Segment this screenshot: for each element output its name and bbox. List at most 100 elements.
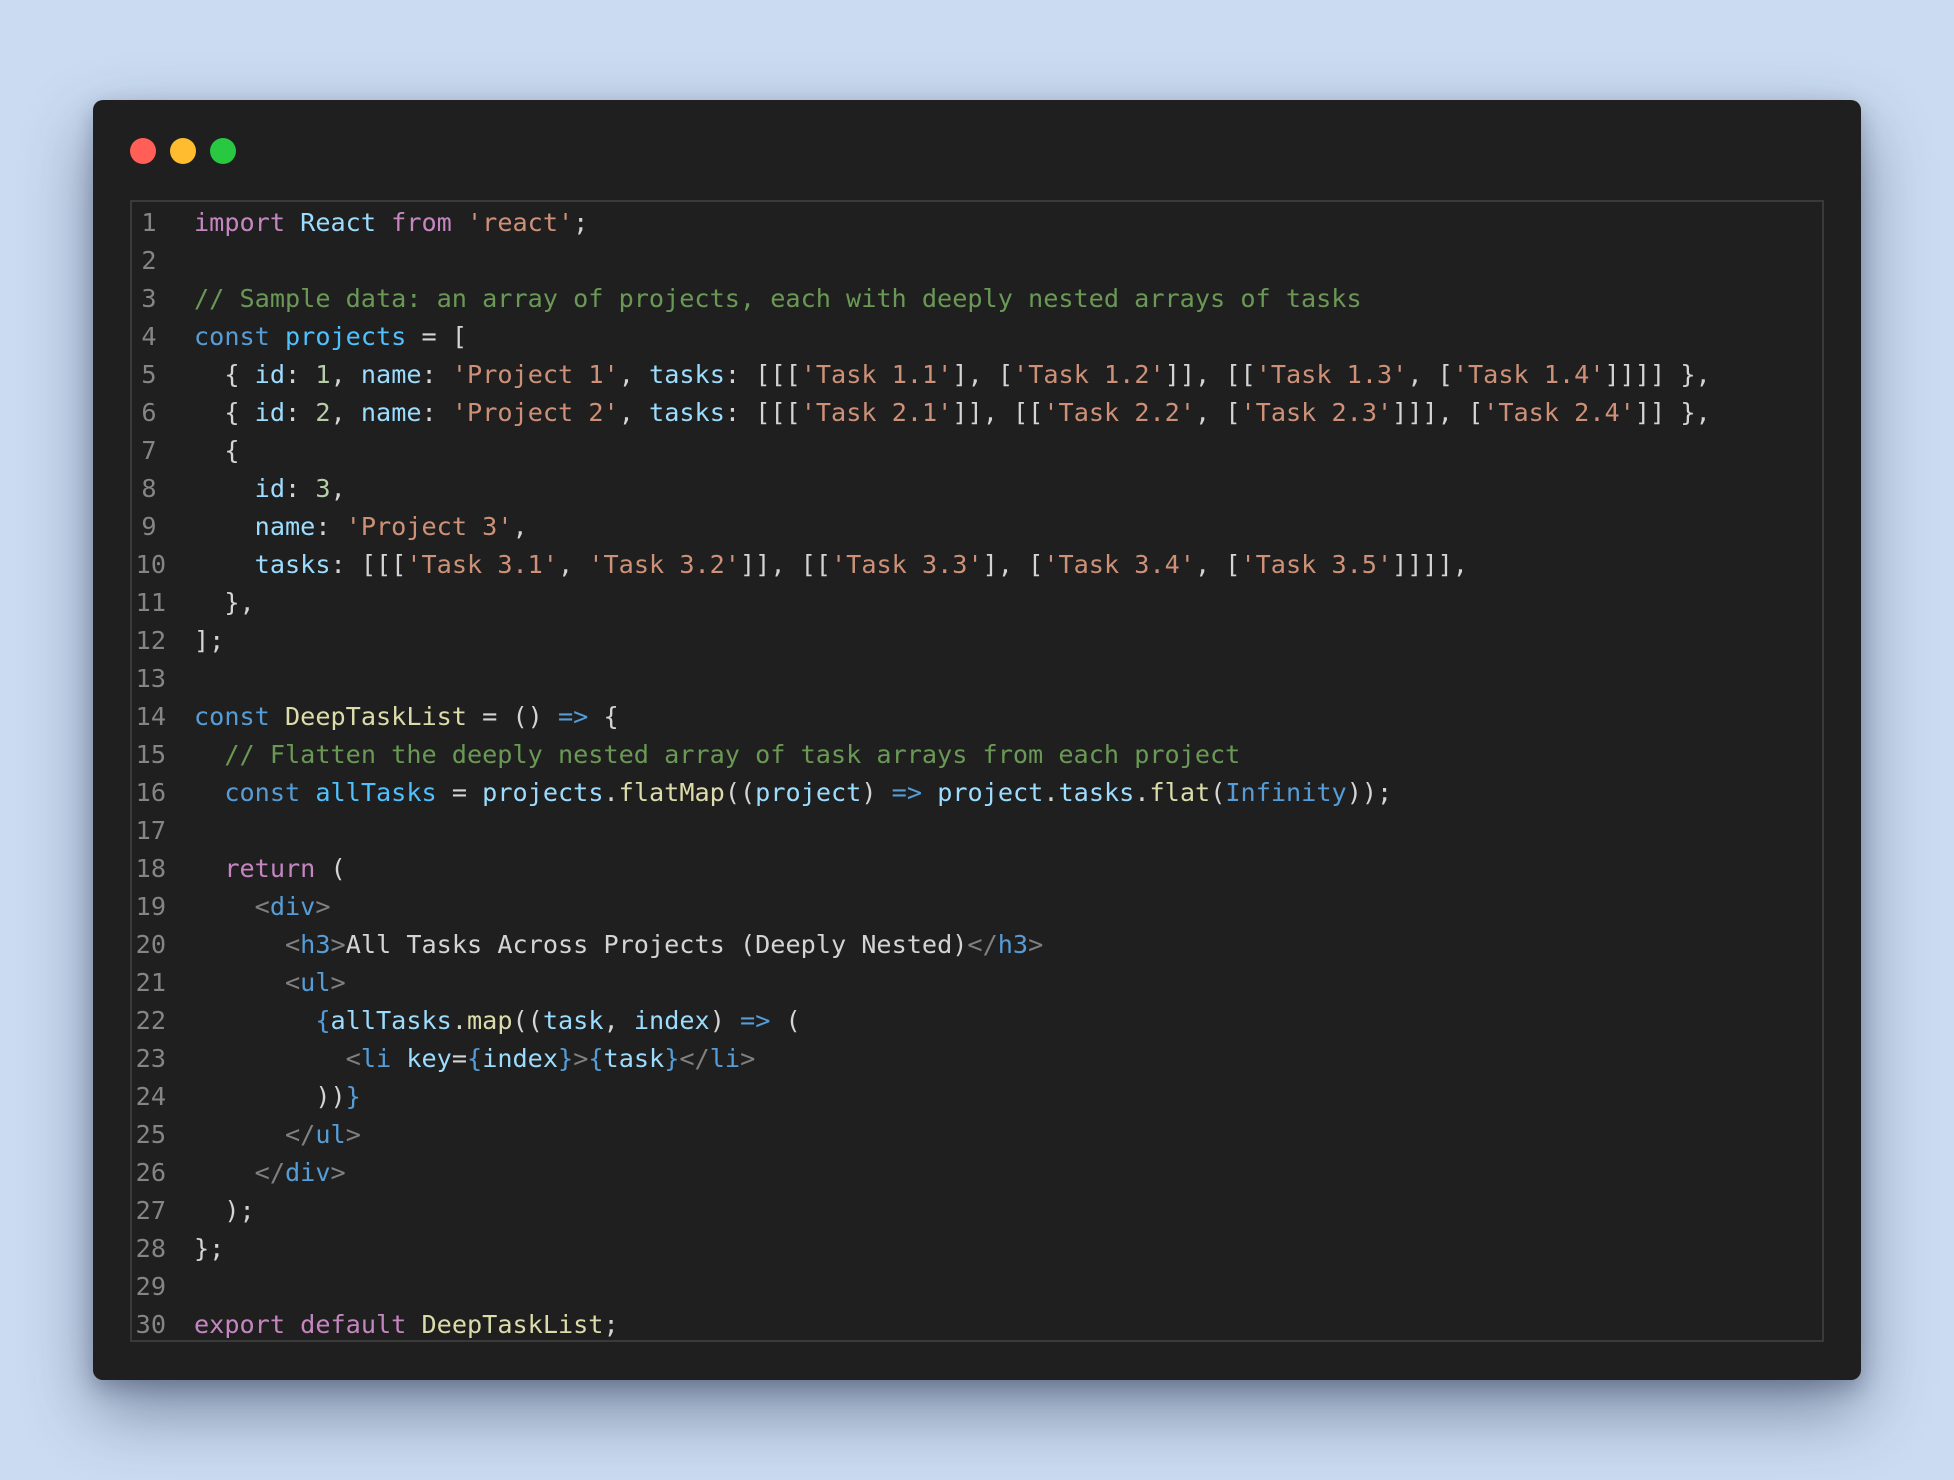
code-token: => [557, 702, 589, 731]
code-token: ], [ [982, 550, 1044, 579]
code-token: 'Task 3.5' [1240, 550, 1393, 579]
code-token: ]; [194, 626, 225, 655]
line-code: </div> [166, 1154, 346, 1192]
code-token: Infinity [1225, 778, 1347, 807]
code-token: projects [482, 778, 604, 807]
code-token: ) [709, 1006, 741, 1035]
code-token: > [330, 1158, 346, 1187]
line-number: 24 [135, 1082, 166, 1111]
line-number: 1 [141, 208, 157, 237]
line-code: <div> [166, 888, 331, 926]
code-token: } [345, 1082, 361, 1111]
code-token: key [406, 1044, 452, 1073]
code-token: 'Task 2.3' [1240, 398, 1393, 427]
code-token: > [315, 892, 331, 921]
code-token: li [709, 1044, 741, 1073]
code-token: ( [315, 854, 346, 883]
code-token: { [467, 1044, 483, 1073]
code-token: ; [573, 208, 589, 237]
line-number: 21 [135, 968, 166, 997]
line-code: const projects = [ [166, 318, 467, 356]
line-number: 3 [141, 284, 157, 313]
line-number: 22 [135, 1006, 166, 1035]
line-number: 5 [141, 360, 157, 389]
code-token: ]], [[ [739, 550, 831, 579]
code-line: 14 const DeepTaskList = () => { [132, 698, 1822, 736]
code-token: 3 [315, 474, 331, 503]
line-code: ]; [166, 622, 224, 660]
code-token: tasks [649, 360, 725, 389]
code-token: const [224, 778, 301, 807]
line-code: import React from 'react'; [166, 204, 588, 242]
code-token: 'Task 3.2' [588, 550, 740, 579]
code-token: ( [770, 1006, 801, 1035]
code-line: 30 export default DeepTaskList; [132, 1306, 1822, 1340]
code-token: ul [315, 1120, 346, 1149]
code-token: id [254, 474, 286, 503]
code-line: 24 ))} [132, 1078, 1822, 1116]
code-token: , [330, 360, 361, 389]
code-token: 2 [315, 398, 331, 427]
code-token: > [330, 930, 346, 959]
code-token: 1 [315, 360, 331, 389]
line-code: { id: 1, name: 'Project 1', tasks: [[['T… [166, 356, 1710, 394]
code-token: } [664, 1044, 680, 1073]
maximize-window-icon[interactable] [210, 138, 236, 164]
code-token: 'Task 1.3' [1255, 360, 1408, 389]
code-token: { [194, 398, 255, 427]
code-token: const [194, 322, 270, 351]
code-token: </ [254, 1158, 286, 1187]
code-token: ul [300, 968, 331, 997]
line-code: // Sample data: an array of projects, ea… [166, 280, 1362, 318]
line-code: return ( [166, 850, 346, 888]
close-window-icon[interactable] [130, 138, 156, 164]
code-token: import [194, 208, 285, 237]
line-code: { [166, 432, 239, 470]
code-token: ( [1210, 778, 1226, 807]
code-token: : [421, 360, 452, 389]
line-code: <ul> [166, 964, 346, 1002]
code-token: li [360, 1044, 392, 1073]
code-line: 26 </div> [132, 1154, 1822, 1192]
line-number: 10 [135, 550, 166, 579]
code-editor[interactable]: 1 import React from 'react'; 2 3// Sample d… [130, 200, 1824, 1342]
line-number: 23 [135, 1044, 166, 1073]
code-token: ], [ [952, 360, 1014, 389]
code-token: : [[[ [330, 550, 407, 579]
code-token: tasks [254, 550, 331, 579]
code-token: . [451, 1006, 467, 1035]
code-token: project [755, 778, 862, 807]
code-line: 10 tasks: [[['Task 3.1', 'Task 3.2']], [… [132, 546, 1822, 584]
line-code: const allTasks = projects.flatMap((proje… [166, 774, 1392, 812]
code-token: )); [1346, 778, 1393, 807]
code-token: ]]], [ [1392, 398, 1484, 427]
code-token: , [330, 398, 361, 427]
code-line: 16 const allTasks = projects.flatMap((pr… [132, 774, 1822, 812]
code-token: < [285, 968, 301, 997]
code-token: allTasks [315, 778, 437, 807]
line-code: }; [166, 1230, 224, 1268]
code-token: , [618, 398, 650, 427]
code-token: { [588, 1044, 604, 1073]
line-number: 2 [141, 246, 157, 275]
line-number: 18 [135, 854, 166, 883]
code-window: 1 import React from 'react'; 2 3// Sample d… [93, 100, 1861, 1380]
minimize-window-icon[interactable] [170, 138, 196, 164]
line-number: 11 [135, 588, 166, 617]
code-line: 20 <h3>All Tasks Across Projects (Deeply… [132, 926, 1822, 964]
code-token: = [ [406, 322, 467, 351]
code-token: DeepTaskList [285, 702, 467, 731]
code-token: )) [194, 1082, 346, 1111]
